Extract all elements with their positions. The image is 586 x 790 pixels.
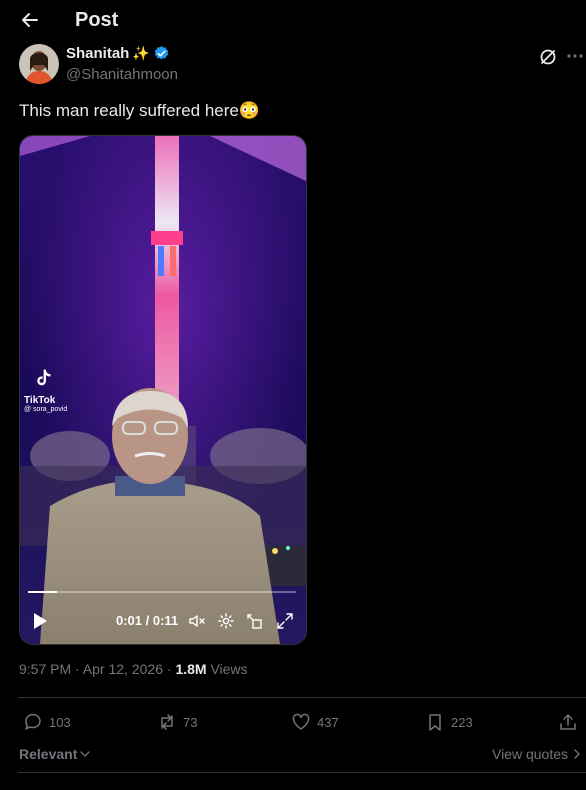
grok-button[interactable]: [538, 47, 558, 67]
sparkles-emoji: ✨: [132, 45, 150, 61]
post-text: This man really suffered here😳: [19, 101, 261, 120]
more-options-button[interactable]: [565, 46, 585, 66]
play-icon: [34, 613, 47, 629]
page-title: Post: [75, 9, 119, 31]
arrow-left-icon: [22, 13, 38, 27]
settings-button[interactable]: [217, 612, 235, 630]
gear-icon: [218, 613, 234, 629]
reply-button[interactable]: 103: [23, 712, 71, 732]
fullscreen-button[interactable]: [276, 612, 294, 630]
more-horizontal-icon: [567, 54, 583, 58]
chevron-down-icon: [80, 751, 91, 757]
video-progress-fill: [28, 591, 58, 593]
divider: [18, 772, 586, 773]
bookmark-icon: [429, 714, 441, 731]
views-count: 1.8M: [175, 661, 207, 677]
repost-button[interactable]: 73: [157, 712, 197, 732]
post-meta: 9:57 PM · Apr 12, 2026 · 1.8M Views: [19, 661, 248, 677]
reply-icon: [25, 713, 41, 730]
view-quotes-label: View quotes: [491, 746, 568, 762]
expand-icon: [277, 613, 293, 629]
picture-in-picture-button[interactable]: [245, 612, 263, 630]
play-button[interactable]: [32, 612, 48, 630]
reply-count: 103: [49, 714, 71, 730]
top-bar: Post: [0, 0, 586, 40]
video-progress-bar[interactable]: [28, 591, 296, 593]
back-button[interactable]: [18, 8, 42, 32]
volume-muted-icon: [189, 615, 205, 627]
verified-badge-icon: [154, 46, 169, 60]
replies-sort-label: Relevant: [19, 746, 78, 762]
dock-icon: [247, 614, 262, 629]
mute-button[interactable]: [188, 612, 206, 630]
author-handle[interactable]: @Shanitahmoon: [66, 66, 178, 83]
video-time: 0:01 / 0:11: [116, 613, 179, 628]
divider: [18, 697, 586, 698]
view-quotes-link[interactable]: View quotes: [492, 746, 582, 762]
like-button[interactable]: 437: [291, 712, 339, 732]
tiktok-logo-icon: [37, 369, 51, 386]
repost-count: 73: [183, 714, 198, 730]
tiktok-watermark: TikTok @ sora_povid: [24, 368, 94, 413]
share-button[interactable]: [558, 712, 578, 732]
replies-sort-dropdown[interactable]: Relevant: [19, 746, 91, 762]
author-name-row: Shanitah ✨: [66, 45, 170, 62]
tiktok-watermark-user: @ sora_povid: [24, 406, 68, 413]
like-count: 437: [317, 714, 339, 730]
author-name[interactable]: Shanitah: [66, 45, 129, 62]
grok-icon: [540, 49, 556, 65]
bookmark-count: 223: [451, 714, 473, 730]
heart-icon: [292, 713, 310, 730]
meta-separator: ·: [162, 661, 176, 677]
post-timestamp[interactable]: 9:57 PM · Apr 12, 2026: [19, 661, 163, 677]
views-label: Views: [210, 661, 248, 677]
repost-icon: [161, 714, 173, 730]
chevron-right-icon: [574, 749, 580, 759]
share-icon: [560, 714, 576, 730]
avatar[interactable]: [19, 44, 59, 84]
video-player[interactable]: TikTok @ sora_povid 0:01 / 0:11: [19, 135, 307, 645]
bookmark-button[interactable]: 223: [425, 712, 473, 732]
tiktok-watermark-name: TikTok: [24, 395, 56, 406]
